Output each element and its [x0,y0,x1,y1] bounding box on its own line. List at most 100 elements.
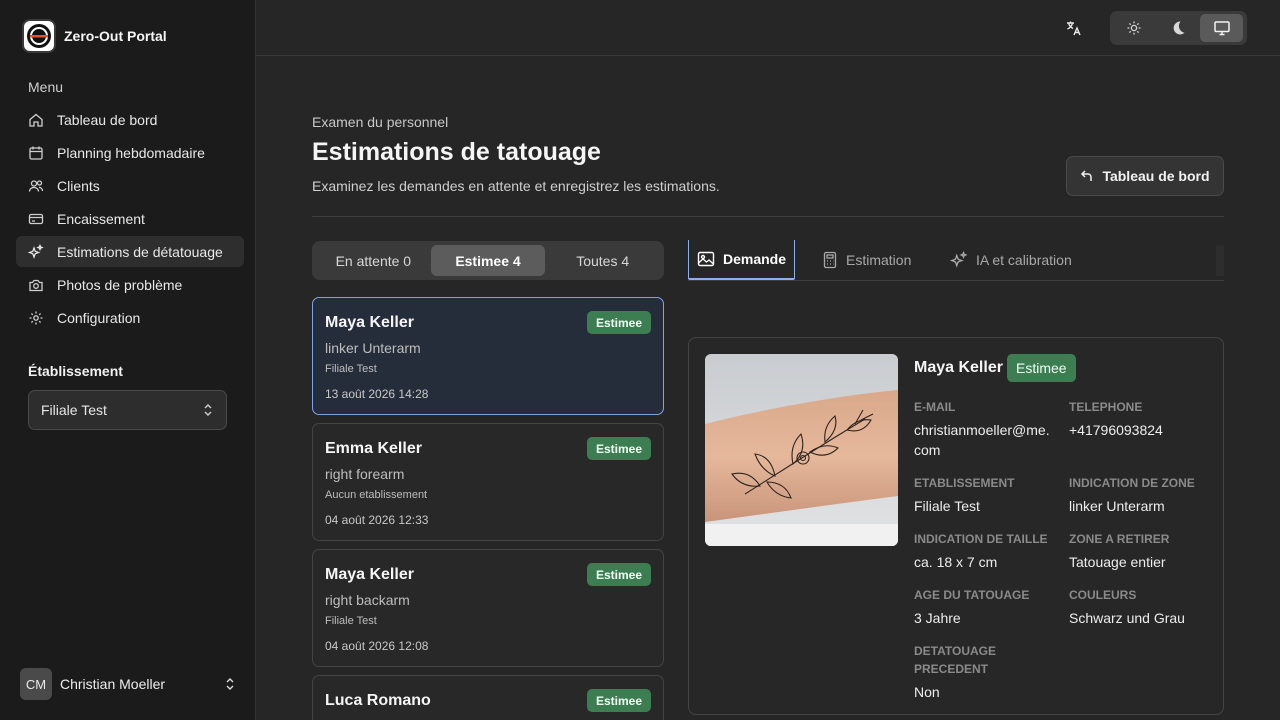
language-button[interactable] [1064,18,1084,38]
field-value: christianmoeller@me.com [914,422,1050,458]
gear-icon [29,311,43,324]
users-icon [28,179,44,192]
sidebar-item-configuration[interactable]: Configuration [16,302,244,333]
tab-toutes[interactable]: Toutes 4 [545,245,660,276]
tab-en-attente[interactable]: En attente 0 [316,245,431,276]
status-badge: Estimee [1007,354,1076,382]
card-establishment: Filiale Test [325,363,377,375]
detail-tabs: Demande Estimation IA et calibration [688,240,1224,281]
field-phone: Telephone +41796093824 [1069,398,1209,440]
field-value: +41796093824 [1069,422,1163,438]
back-to-dashboard-button[interactable]: Tableau de bord [1066,156,1224,196]
avatar: CM [20,668,52,700]
calendar-icon [29,146,43,160]
request-card[interactable]: Maya Keller Estimee right backarm Filial… [312,549,664,667]
card-zone: right backarm [325,592,410,608]
tab-demande[interactable]: Demande [688,240,796,280]
divider [312,216,1224,217]
menu-label: Menu [28,79,64,95]
field-email: E-mail christianmoeller@me.com [914,398,1054,460]
home-icon [29,113,43,127]
field-label: Etablissement [914,476,1015,490]
sidebar-item-photos[interactable]: Photos de problème [16,269,244,300]
field-label: Indication de taille [914,532,1048,546]
field-colors: Couleurs Schwarz und Grau [1069,586,1209,628]
tabs-scrollbar[interactable] [1216,246,1224,276]
field-establishment: Etablissement Filiale Test [914,474,1054,516]
sparkles-icon [950,251,968,268]
card-client-name: Emma Keller [325,440,422,457]
theme-dark-button[interactable] [1157,14,1200,42]
field-value: linker Unterarm [1069,498,1165,514]
sidebar-item-label: Estimations de détatouage [57,243,223,260]
field-value: Schwarz und Grau [1069,610,1185,626]
request-card[interactable]: Maya Keller Estimee linker Unterarm Fili… [312,297,664,415]
card-date: 04 août 2026 12:33 [325,513,429,527]
card-client-name: Maya Keller [325,566,414,583]
theme-light-button[interactable] [1113,14,1156,42]
back-button-label: Tableau de bord [1102,168,1210,184]
sidebar-item-planning[interactable]: Planning hebdomadaire [16,137,244,168]
field-label: Indication de zone [1069,476,1195,490]
sidebar-item-encaissement[interactable]: Encaissement [16,203,244,234]
tab-estimation[interactable]: Estimation [822,240,911,280]
sidebar-item-dashboard[interactable]: Tableau de bord [16,104,244,135]
field-zone: Indication de zone linker Unterarm [1069,474,1214,516]
field-label: Telephone [1069,400,1143,414]
moon-icon [1173,21,1185,35]
sidebar-item-label: Clients [57,177,100,194]
field-value: ca. 18 x 7 cm [914,554,998,570]
field-previous-removal: Detatouage precedent Non [914,642,1034,702]
status-filter-tabs: En attente 0 Estimee 4 Toutes 4 [312,241,664,280]
field-removal-zone: Zone a retirer Tatouage entier [1069,530,1209,572]
card-establishment: Filiale Test [325,615,377,627]
card-zone: linker Unterarm [325,340,421,356]
sidebar-item-label: Encaissement [57,210,145,227]
establishment-select[interactable]: Filiale Test [28,390,227,430]
tab-label: IA et calibration [976,252,1072,268]
theme-switcher [1110,11,1247,45]
tattoo-photo[interactable] [705,354,898,546]
field-tattoo-age: Age du tatouage 3 Jahre [914,586,1054,628]
card-client-name: Luca Romano [325,692,431,709]
card-date: 13 août 2026 14:28 [325,387,429,401]
theme-system-button[interactable] [1200,14,1244,42]
field-label: Detatouage precedent [914,644,997,676]
app-title: Zero-Out Portal [64,28,167,44]
field-label: E-mail [914,400,956,414]
camera-icon [29,279,43,291]
card-client-name: Maya Keller [325,314,414,331]
sidebar-item-estimations[interactable]: Estimations de détatouage [16,236,244,267]
sidebar-item-label: Configuration [57,309,141,326]
card-date: 04 août 2026 12:08 [325,639,429,653]
user-menu[interactable]: CM Christian Moeller [20,668,236,700]
sidebar-nav: Tableau de bord Planning hebdomadaire Cl… [16,104,244,335]
field-label: Age du tatouage [914,588,1030,602]
field-value: Tatouage entier [1069,554,1166,570]
tab-ia-calibration[interactable]: IA et calibration [950,240,1072,280]
sidebar: Zero-Out Portal Menu Tableau de bord Pla… [0,0,256,720]
sparkles-icon [28,243,44,259]
request-card[interactable]: Emma Keller Estimee right forearm Aucun … [312,423,664,541]
sidebar-item-clients[interactable]: Clients [16,170,244,201]
request-card[interactable]: Luca Romano Estimee [312,675,664,720]
card-establishment: Aucun etablissement [325,489,428,501]
request-detail-card: Maya Keller Estimee E-mail christianmoel… [688,337,1224,715]
field-label: Couleurs [1069,588,1137,602]
sidebar-item-label: Planning hebdomadaire [57,144,205,161]
field-value: Non [914,684,940,700]
field-value: 3 Jahre [914,610,961,626]
user-name: Christian Moeller [60,676,166,692]
sun-icon [1127,21,1141,35]
card-zone: right forearm [325,466,405,482]
brand[interactable]: Zero-Out Portal [22,19,167,53]
detail-client-name: Maya Keller [914,359,1003,376]
logo-icon [22,19,56,53]
page-description: Examinez les demandes en attente et enre… [312,178,720,194]
field-label: Zone a retirer [1069,532,1170,546]
image-icon [697,251,715,267]
monitor-icon [1213,21,1230,36]
tab-label: Estimation [846,252,912,268]
establishment-value: Filiale Test [41,402,107,418]
tab-estimee[interactable]: Estimee 4 [430,245,546,276]
